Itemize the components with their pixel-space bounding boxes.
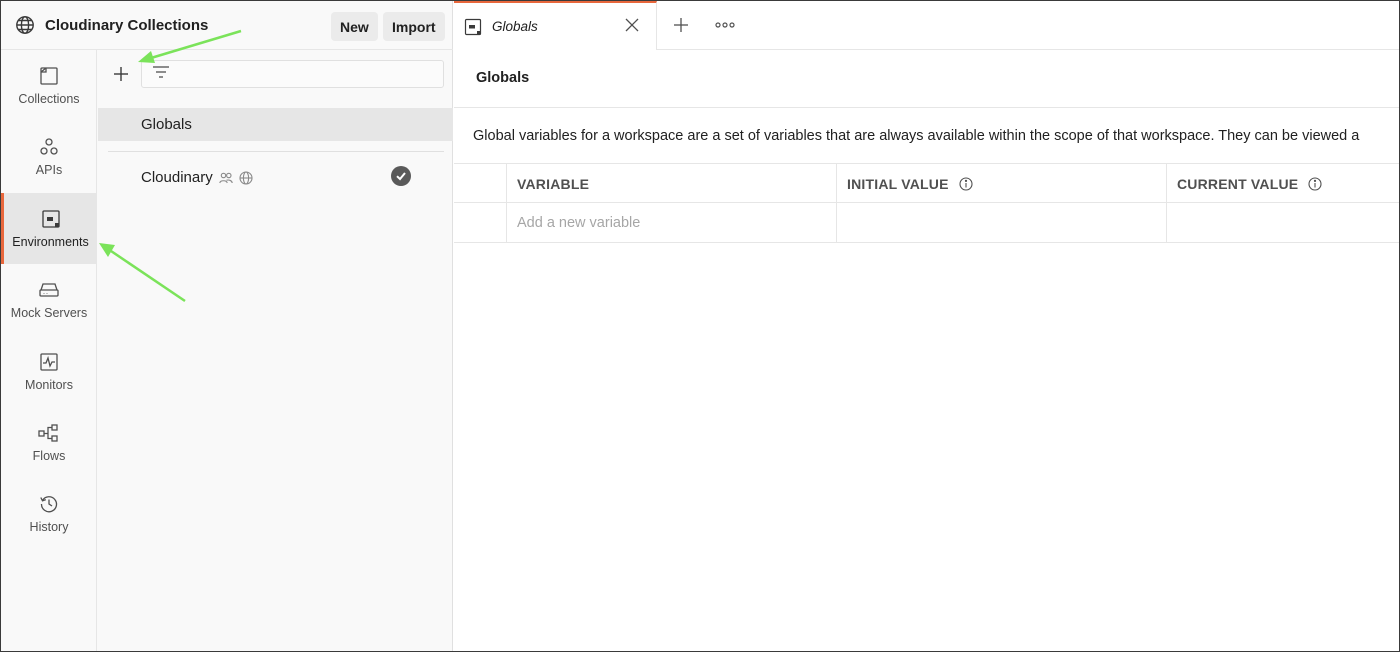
sidebar-item-label: Mock Servers xyxy=(10,306,88,320)
app-window: Cloudinary Collections New Import Collec… xyxy=(0,0,1400,652)
environment-search-box[interactable] xyxy=(141,60,444,88)
public-globe-icon xyxy=(239,170,253,185)
column-header-variable: VARIABLE xyxy=(507,164,837,203)
environment-search-input[interactable] xyxy=(178,66,428,82)
list-divider xyxy=(108,151,444,152)
list-item-label: Cloudinary xyxy=(141,169,213,186)
main-pane: Globals Globals Global variables for a w… xyxy=(454,1,1399,651)
info-icon[interactable] xyxy=(1308,176,1322,191)
sidebar-item-apis[interactable]: APIs xyxy=(1,121,97,192)
flows-icon xyxy=(38,422,60,444)
current-value-cell[interactable] xyxy=(1167,203,1399,242)
sidebar-item-label: Environments xyxy=(12,235,89,249)
globals-description: Global variables for a workspace are a s… xyxy=(473,128,1360,144)
environment-list-panel: Globals Cloudinary xyxy=(98,50,453,651)
left-pane: Cloudinary Collections New Import Collec… xyxy=(1,1,453,651)
list-item-label: Globals xyxy=(141,116,192,133)
apis-icon xyxy=(38,136,60,158)
active-environment-check-icon[interactable] xyxy=(391,166,411,186)
history-icon xyxy=(38,493,60,515)
workspace-header: Cloudinary Collections New Import xyxy=(1,1,453,50)
environments-icon xyxy=(40,208,62,230)
environment-tab-icon xyxy=(464,18,482,36)
column-header-label: VARIABLE xyxy=(517,175,590,192)
sidebar: Collections APIs Environments Mock Serve… xyxy=(1,50,97,651)
sidebar-item-environments[interactable]: Environments xyxy=(1,193,97,264)
tab-bar: Globals xyxy=(454,1,1399,50)
table-row-handle xyxy=(454,203,507,242)
sidebar-item-label: Flows xyxy=(32,449,66,463)
sidebar-item-label: History xyxy=(29,520,69,534)
table-header-row: VARIABLE INITIAL VALUE CURRENT VALUE xyxy=(454,163,1399,203)
column-header-label: INITIAL VALUE xyxy=(847,175,949,192)
sidebar-item-flows[interactable]: Flows xyxy=(1,407,97,478)
variables-table: VARIABLE INITIAL VALUE CURRENT VALUE xyxy=(454,163,1399,243)
sidebar-item-label: Monitors xyxy=(25,378,73,392)
sidebar-item-label: Collections xyxy=(18,92,80,106)
filter-icon xyxy=(152,65,170,84)
sidebar-item-collections[interactable]: Collections xyxy=(1,50,97,121)
globe-icon xyxy=(15,15,35,35)
new-variable-cell[interactable] xyxy=(507,203,837,242)
sidebar-item-mock-servers[interactable]: Mock Servers xyxy=(1,264,97,335)
team-shared-icon xyxy=(218,171,233,185)
plus-icon xyxy=(114,67,128,81)
column-header-initial-value: INITIAL VALUE xyxy=(837,164,1167,203)
mock-server-icon xyxy=(38,279,60,301)
initial-value-cell[interactable] xyxy=(837,203,1167,242)
page-title: Globals xyxy=(476,70,530,86)
table-row-handle-column xyxy=(454,164,507,203)
sidebar-item-history[interactable]: History xyxy=(1,478,97,549)
add-environment-button[interactable] xyxy=(110,63,132,85)
title-divider xyxy=(454,107,1399,108)
sidebar-item-label: APIs xyxy=(35,163,63,177)
add-variable-input[interactable] xyxy=(517,214,817,231)
monitors-icon xyxy=(38,351,60,373)
sidebar-item-monitors[interactable]: Monitors xyxy=(1,336,97,407)
list-item-globals[interactable]: Globals xyxy=(98,108,453,141)
tab-label: Globals xyxy=(492,19,538,34)
column-header-current-value: CURRENT VALUE xyxy=(1167,164,1399,203)
new-button[interactable]: New xyxy=(331,12,378,41)
collections-icon xyxy=(38,65,60,87)
column-header-label: CURRENT VALUE xyxy=(1177,175,1299,192)
close-tab-icon[interactable] xyxy=(624,17,640,33)
new-tab-plus-icon[interactable] xyxy=(672,16,690,34)
more-options-icon[interactable] xyxy=(715,19,735,31)
table-row xyxy=(454,203,1399,243)
import-button[interactable]: Import xyxy=(383,12,445,41)
info-icon[interactable] xyxy=(959,176,973,191)
workspace-title: Cloudinary Collections xyxy=(45,16,209,34)
